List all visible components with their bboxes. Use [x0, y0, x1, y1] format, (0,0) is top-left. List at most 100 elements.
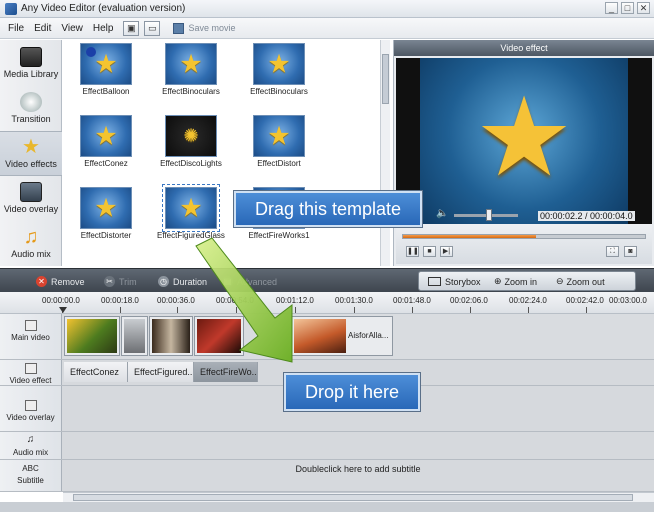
- storybox-button[interactable]: Storybox: [428, 274, 481, 289]
- sidebar-item-transition[interactable]: Transition: [0, 87, 62, 132]
- effect-item[interactable]: ✺ EffectDiscoLights: [156, 112, 226, 180]
- effect-thumbnail: ★: [80, 115, 132, 157]
- zoom-out-icon: ⊖: [556, 276, 564, 286]
- effect-name: EffectDistorter: [80, 231, 132, 240]
- effect-item[interactable]: ★ EffectBinoculars: [244, 40, 314, 108]
- effect-name: EffectFiguredGlass: [157, 231, 225, 240]
- maximize-button[interactable]: □: [621, 2, 634, 14]
- track-name: Video overlay: [6, 413, 55, 422]
- track-label: Video overlay: [0, 386, 62, 431]
- preview-panel: Video effect ★ ❚❚ ■ ▶| ⛶ ◙: [393, 40, 654, 266]
- pause-button[interactable]: ❚❚: [406, 246, 419, 257]
- fullscreen-icon[interactable]: ⛶: [606, 246, 619, 257]
- volume-control[interactable]: 🔈: [436, 208, 536, 222]
- effect-thumbnail: ✺: [165, 115, 217, 157]
- menu-file[interactable]: File: [8, 23, 24, 34]
- video-clip[interactable]: [64, 316, 120, 356]
- subtitle-hint[interactable]: Doubleclick here to add subtitle: [62, 464, 654, 474]
- minimize-button[interactable]: _: [605, 2, 618, 14]
- effect-item[interactable]: ★ EffectBalloon: [71, 40, 141, 108]
- player-controls: ❚❚ ■ ▶| ⛶ ◙: [396, 224, 652, 264]
- seek-bar[interactable]: [402, 234, 646, 239]
- sidebar-item-label: Video effects: [5, 159, 57, 169]
- timeline-ruler[interactable]: 00:00:00.0 00:00:18.0 00:00:36.0 00:00:5…: [0, 292, 654, 314]
- effect-item[interactable]: ★ EffectDistort: [244, 112, 314, 180]
- monitor-icon[interactable]: ▣: [123, 20, 140, 36]
- trim-label: Trim: [119, 276, 137, 287]
- track-label: ABC Subtitle: [0, 460, 62, 491]
- video-preview: ★: [396, 58, 652, 224]
- track-label: Video effect: [0, 360, 62, 385]
- effects-grid: ★ EffectBalloon ★ EffectBinoculars ★ Eff…: [63, 40, 380, 266]
- zoom-out-button[interactable]: ⊖ Zoom out: [556, 274, 605, 289]
- video-clip[interactable]: [149, 316, 193, 356]
- remove-icon: ✕: [36, 276, 47, 287]
- audio-mix-track[interactable]: ♫ Audio mix: [0, 432, 654, 460]
- clock-icon: ◷: [158, 276, 169, 287]
- menu-edit[interactable]: Edit: [34, 23, 51, 34]
- sidebar-item-video-overlay[interactable]: Video overlay: [0, 177, 62, 222]
- effect-item[interactable]: ★ EffectDistorter: [71, 184, 141, 252]
- effect-clip[interactable]: EffectFigured...: [128, 362, 194, 382]
- effect-name: EffectBinoculars: [250, 87, 308, 96]
- effect-thumbnail: ★: [253, 43, 305, 85]
- menu-help[interactable]: Help: [93, 23, 114, 34]
- effect-name: EffectDiscoLights: [160, 159, 222, 168]
- ruler-label: 00:02:06.0: [450, 296, 488, 305]
- volume-slider[interactable]: [486, 209, 492, 221]
- ruler-label: 00:02:24.0: [509, 296, 547, 305]
- save-movie-button[interactable]: Save movie: [173, 22, 236, 34]
- sidebar-item-label: Transition: [11, 114, 51, 124]
- remove-button[interactable]: ✕ Remove: [36, 274, 85, 289]
- sidebar-item-media-library[interactable]: Media Library: [0, 42, 62, 87]
- main-video-track[interactable]: Main video AisforAlla...: [0, 314, 654, 360]
- zoom-in-icon: ⊕: [494, 276, 502, 286]
- track-name: Audio mix: [12, 448, 49, 457]
- video-clip[interactable]: [121, 316, 148, 356]
- playhead[interactable]: [59, 307, 67, 313]
- effect-thumbnail: ★: [80, 43, 132, 85]
- drag-callout: Drag this template: [234, 191, 422, 227]
- effect-name: EffectDistort: [257, 159, 301, 168]
- stop-button[interactable]: ■: [423, 246, 436, 257]
- effect-item[interactable]: ★ EffectBinoculars: [156, 40, 226, 108]
- remove-label: Remove: [51, 276, 85, 287]
- video-clip[interactable]: AisforAlla...: [291, 316, 393, 356]
- effect-name: EffectBinoculars: [162, 87, 220, 96]
- sidebar-item-label: Media Library: [3, 69, 59, 79]
- trim-button[interactable]: ✂ Trim: [104, 274, 137, 289]
- effect-item[interactable]: ★ EffectConez: [71, 112, 141, 180]
- effects-scrollbar[interactable]: [380, 40, 390, 266]
- video-track-icon: [24, 320, 37, 331]
- effect-name: EffectFireWorks1: [248, 231, 310, 240]
- video-clip[interactable]: [194, 316, 244, 356]
- track-name: Video effect: [9, 376, 52, 385]
- effects-star-icon: ★: [22, 136, 40, 158]
- ruler-label: 00:00:00.0: [42, 296, 80, 305]
- sidebar-item-video-effects[interactable]: ★ Video effects: [0, 131, 62, 176]
- trim-icon: ✂: [104, 276, 115, 287]
- close-button[interactable]: ✕: [637, 2, 650, 14]
- menu-view[interactable]: View: [61, 23, 83, 34]
- sidebar-item-audio-mix[interactable]: ♫ Audio mix: [0, 222, 62, 267]
- effect-clip-selected[interactable]: EffectFireWo...: [194, 362, 258, 382]
- snapshot-icon[interactable]: ◙: [624, 246, 637, 257]
- zoom-in-button[interactable]: ⊕ Zoom in: [494, 274, 537, 289]
- timeline-scrollbar[interactable]: [63, 492, 654, 502]
- save-movie-label: Save movie: [188, 23, 236, 33]
- effect-item-selected[interactable]: ★ EffectFiguredGlass: [156, 184, 226, 252]
- effect-track-icon: [24, 363, 37, 374]
- subtitle-track[interactable]: ABC Subtitle Doubleclick here to add subt…: [0, 460, 654, 492]
- storybox-label: Storybox: [445, 276, 481, 287]
- ruler-label: 00:00:18.0: [101, 296, 139, 305]
- advanced-button[interactable]: ▤ Advanced: [222, 274, 277, 289]
- track-name: Subtitle: [17, 476, 44, 485]
- status-strip: [0, 502, 654, 512]
- app-icon: [5, 2, 17, 15]
- duration-button[interactable]: ◷ Duration: [158, 274, 207, 289]
- next-frame-button[interactable]: ▶|: [440, 246, 453, 257]
- ruler-label: 00:03:00.0: [609, 296, 647, 305]
- title-bar: Any Video Editor (evaluation version) _ …: [0, 0, 654, 18]
- effect-clip[interactable]: EffectConez: [64, 362, 128, 382]
- preview-icon[interactable]: ▭: [144, 20, 161, 36]
